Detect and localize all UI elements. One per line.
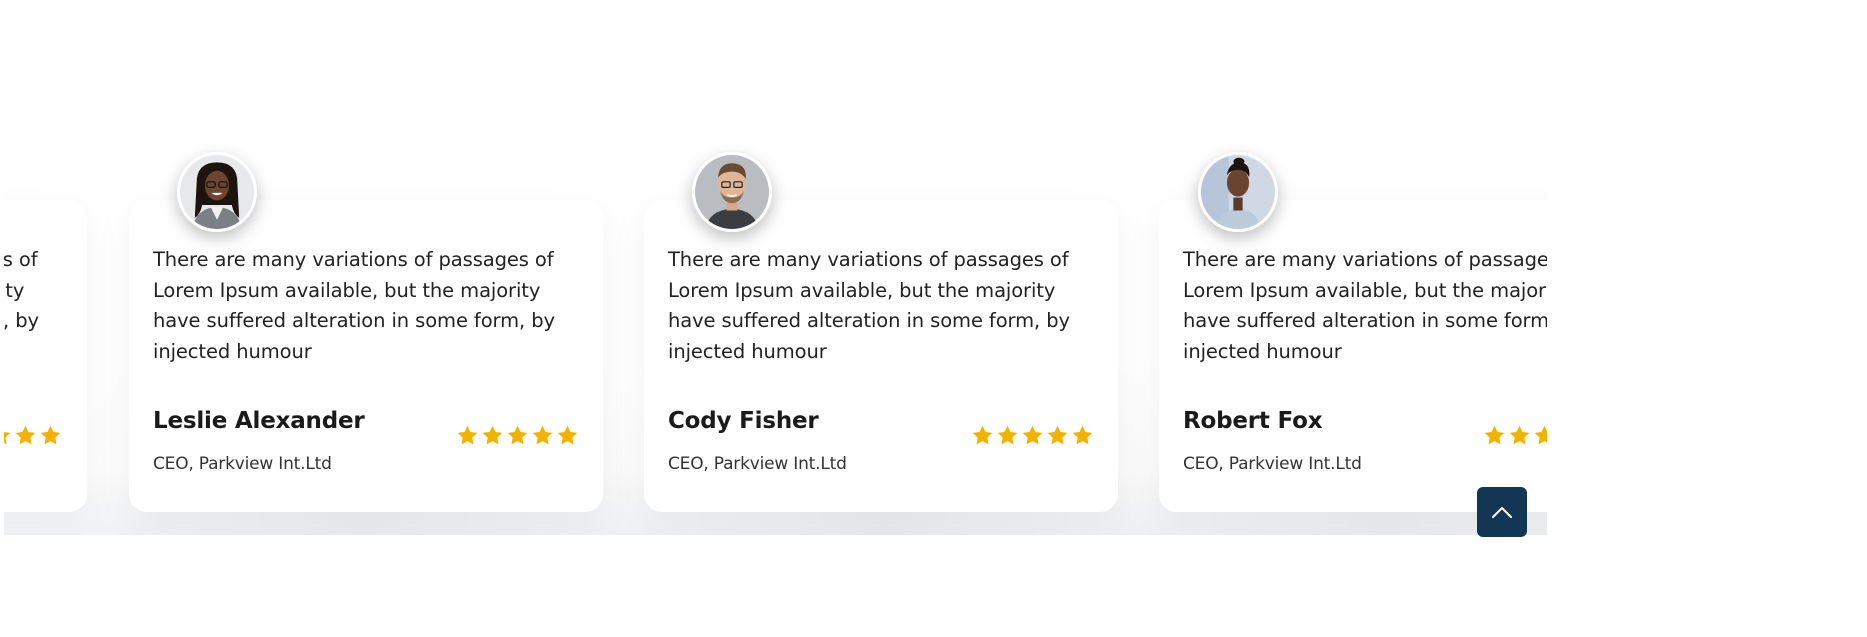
star-icon: [1072, 425, 1093, 445]
testimonial-card: There are many variations of passages of…: [4, 200, 87, 512]
testimonial-quote: There are many variations of passages of…: [153, 248, 555, 363]
reviewer-role: CEO, Parkview Int.Ltd: [668, 454, 847, 474]
testimonial-card: There are many variations of passages of…: [644, 152, 1118, 512]
testimonial-card: There are many variations of passages of…: [1159, 152, 1547, 512]
reviewer-name: Leslie Alexander: [153, 408, 365, 434]
testimonial-quote: There are many variations of passages of…: [668, 248, 1070, 363]
star-icon: [1047, 425, 1068, 445]
avatar: [692, 152, 772, 232]
woman-portrait-image: [1201, 155, 1275, 229]
testimonial-quote: There are many variations of passages of…: [1183, 248, 1547, 363]
star-icon: [1484, 425, 1505, 445]
star-icon: [4, 432, 11, 445]
reviewer-name: Robert Fox: [1183, 408, 1323, 434]
reviewer-role: CEO, Parkview Int.Ltd: [1183, 454, 1362, 474]
star-icon: [1509, 425, 1530, 445]
star-icon: [1534, 425, 1547, 445]
reviewer-role: CEO, Parkview Int.Ltd: [153, 454, 332, 474]
star-icon: [15, 425, 36, 445]
rating-stars: [1483, 424, 1547, 447]
testimonial-card: There are many variations of passages of…: [129, 152, 603, 512]
testimonial-quote: There are many variations of passages of…: [4, 248, 39, 332]
star-icon: [457, 425, 478, 445]
star-icon: [557, 425, 578, 445]
star-icon: [40, 425, 61, 445]
star-icon: [507, 425, 528, 445]
man-portrait-image: [695, 155, 769, 229]
star-icon: [1022, 425, 1043, 445]
woman-portrait-image: [180, 155, 254, 229]
carousel-track: There are many variations of passages of…: [4, 0, 1547, 535]
star-icon: [482, 425, 503, 445]
star-icon: [972, 425, 993, 445]
star-icon: [532, 425, 553, 445]
avatar: [177, 152, 257, 232]
rating-stars: [4, 424, 62, 447]
scroll-to-top-button[interactable]: [1477, 487, 1527, 537]
rating-stars: [971, 424, 1094, 447]
reviewer-name: Cody Fisher: [668, 408, 819, 434]
chevron-up-icon: [1492, 507, 1512, 518]
star-icon: [997, 425, 1018, 445]
rating-stars: [456, 424, 579, 447]
avatar: [1198, 152, 1278, 232]
page: There are many variations of passages of…: [0, 0, 1867, 637]
testimonial-carousel[interactable]: There are many variations of passages of…: [4, 0, 1547, 535]
